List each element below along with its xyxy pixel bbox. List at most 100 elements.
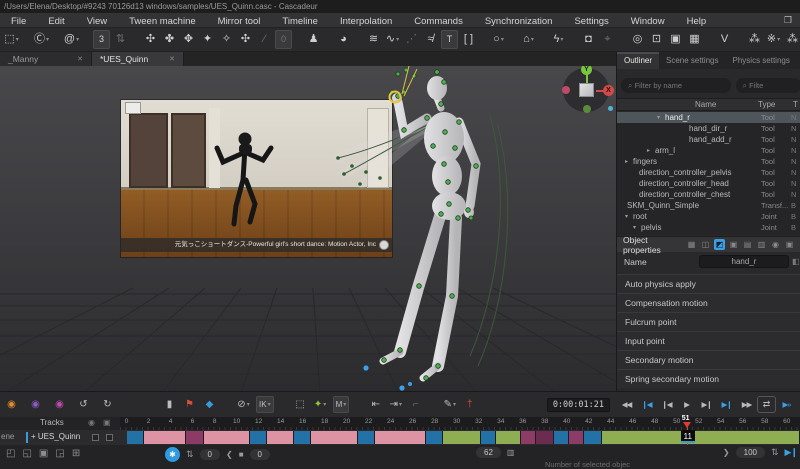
- timeline-tool-button[interactable]: ⬚▾: [293, 396, 308, 413]
- timeline-interval[interactable]: [358, 431, 376, 444]
- playback-button[interactable]: ▶»: [777, 396, 796, 413]
- view-gizmo[interactable]: Y X: [560, 66, 614, 114]
- timeline-tool-button[interactable]: ⊘▾: [236, 396, 251, 413]
- toolbar-button[interactable]: ▦▾: [686, 30, 703, 49]
- track-edit-button[interactable]: ◰: [6, 448, 15, 459]
- playback-button[interactable]: ◀◀: [617, 396, 636, 413]
- toolbar-button[interactable]: ◎▾: [629, 30, 646, 49]
- playback-button[interactable]: ❙◀: [637, 396, 656, 413]
- timeline-interval[interactable]: [426, 431, 444, 444]
- toolbar-button[interactable]: ≋▾: [365, 30, 382, 49]
- timeline-tool-button[interactable]: ⇤▾: [368, 396, 383, 413]
- go-to-end-button[interactable]: ▶❙: [785, 447, 797, 458]
- autokey-button[interactable]: ✱: [165, 447, 180, 462]
- timeline-interval[interactable]: [294, 431, 312, 444]
- outliner-row[interactable]: SKM_Quinn_Simple Transf... B: [617, 200, 800, 211]
- frame-ruler[interactable]: 0246810121416182022242628303234363840424…: [120, 417, 800, 430]
- toolbar-button[interactable]: ∕▾: [256, 30, 273, 49]
- frame-count-value[interactable]: 62: [476, 447, 501, 458]
- timeline-tool-button[interactable]: ⇥▾: [388, 396, 403, 413]
- timeline-tool-button[interactable]: ↺▾: [76, 396, 91, 413]
- menu-item[interactable]: Timeline: [271, 16, 329, 27]
- timeline-interval[interactable]: [186, 431, 204, 444]
- toolbar-button[interactable]: ✧▾: [218, 30, 235, 49]
- timeline-tool-button[interactable]: ◉▾: [28, 396, 43, 413]
- toolbar-button[interactable]: ✥▾: [180, 30, 197, 49]
- timeline-interval[interactable]: [311, 431, 357, 444]
- track-edit-button[interactable]: ◱: [22, 448, 31, 459]
- outliner-row[interactable]: ▾ root Joint B: [617, 211, 800, 222]
- toolbar-button[interactable]: Ⓒ▾: [33, 30, 50, 49]
- menu-item[interactable]: Commands: [403, 16, 474, 27]
- timeline-tool-button[interactable]: ⚑▾: [182, 396, 197, 413]
- expand-arrow-icon[interactable]: ▸: [647, 147, 655, 154]
- timeline-interval[interactable]: [375, 431, 426, 444]
- property-section-header[interactable]: Compensation motion: [617, 293, 800, 312]
- menu-item[interactable]: View: [76, 16, 118, 27]
- gizmo-cube[interactable]: [579, 83, 594, 97]
- menu-item[interactable]: Help: [676, 16, 718, 27]
- close-icon[interactable]: ✕: [169, 55, 175, 63]
- toolbar-button[interactable]: ♟▾: [305, 30, 322, 49]
- timeline-interval[interactable]: [536, 431, 554, 444]
- timeline-tool-button[interactable]: IK▾: [256, 396, 274, 413]
- toolbar-button[interactable]: ※▾: [765, 30, 782, 49]
- close-icon[interactable]: ✕: [77, 55, 83, 63]
- track-checkbox-2[interactable]: [106, 434, 113, 441]
- timeline-interval[interactable]: [267, 431, 293, 444]
- menu-item[interactable]: Tween machine: [118, 16, 207, 27]
- gizmo-neg-y-axis[interactable]: [583, 105, 591, 113]
- timeline-interval[interactable]: [602, 431, 800, 444]
- timeline-interval[interactable]: [481, 431, 496, 444]
- timeline-interval[interactable]: [496, 431, 520, 444]
- toolbar-button[interactable]: V▾: [716, 30, 733, 49]
- property-panel-icon[interactable]: ▦: [686, 239, 697, 250]
- gizmo-x-axis[interactable]: X: [603, 85, 614, 96]
- menu-item[interactable]: Mirror tool: [207, 16, 272, 27]
- outliner-row[interactable]: ▾ hand_r Tool N: [617, 112, 800, 123]
- viewport-3d[interactable]: 元気っこショートダンス-Powerful girl's short dance:…: [0, 66, 616, 391]
- toolbar-button[interactable]: @▾: [63, 30, 80, 49]
- menu-item[interactable]: Interpolation: [329, 16, 403, 27]
- outliner-row[interactable]: hand_add_r Tool N: [617, 134, 800, 145]
- outliner-row[interactable]: direction_controller_pelvis Tool N: [617, 167, 800, 178]
- property-section-header[interactable]: Auto physics apply: [617, 274, 800, 293]
- timeline-interval[interactable]: [144, 431, 186, 444]
- track-edit-button[interactable]: ▣: [39, 448, 48, 459]
- menu-item[interactable]: Synchronization: [474, 16, 564, 27]
- timeline-tool-button[interactable]: ◉▾: [52, 396, 67, 413]
- prev-button[interactable]: ❮: [226, 450, 233, 459]
- toolbar-button[interactable]: ⌖▾: [599, 30, 616, 49]
- toolbar-button[interactable]: ✣▾: [237, 30, 254, 49]
- timeline-tool-button[interactable]: ✦▾: [313, 396, 328, 413]
- document-tab[interactable]: _Manny✕: [0, 52, 92, 66]
- toolbar-button[interactable]: ✦▾: [199, 30, 216, 49]
- property-section-header[interactable]: Spring secondary motion: [617, 369, 800, 388]
- menu-item[interactable]: File: [0, 16, 37, 27]
- toolbar-button[interactable]: 0▾: [275, 30, 292, 49]
- toolbar-button[interactable]: ⬚▾: [3, 30, 20, 49]
- expand-arrow-icon[interactable]: ▾: [633, 224, 641, 231]
- outliner-row[interactable]: direction_controller_chest Tool N: [617, 189, 800, 200]
- menu-item[interactable]: Settings: [563, 16, 619, 27]
- property-panel-icon[interactable]: ▣: [728, 239, 739, 250]
- property-panel-icon[interactable]: ◫: [700, 239, 711, 250]
- stepper-icon[interactable]: ⇅: [771, 447, 779, 458]
- toolbar-button[interactable]: ≉▾: [422, 30, 439, 49]
- track-name[interactable]: + UES_Quinn: [31, 432, 80, 441]
- gizmo-neg-x-axis[interactable]: [562, 86, 570, 94]
- property-panel-icon[interactable]: ◩: [714, 239, 725, 250]
- timeline-interval[interactable]: [250, 431, 268, 444]
- trash-icon[interactable]: ▥: [507, 448, 515, 457]
- timeline-tool-button[interactable]: ◉▾: [4, 396, 19, 413]
- property-section-header[interactable]: Fulcrum point: [617, 312, 800, 331]
- offset-value-2[interactable]: 0: [250, 449, 270, 460]
- toolbar-button[interactable]: ⋰▾: [403, 30, 420, 49]
- toolbar-button[interactable]: ⌂▾: [520, 30, 537, 49]
- filter-secondary-input[interactable]: ⌕ Filte: [736, 78, 800, 93]
- document-tab[interactable]: *UES_Quinn✕: [92, 52, 184, 66]
- timeline-tool-button[interactable]: M▾: [333, 396, 350, 413]
- window-layout-icon[interactable]: ❐: [784, 15, 792, 26]
- property-panel-icon[interactable]: ▥: [756, 239, 767, 250]
- outliner-row[interactable]: direction_controller_head Tool N: [617, 178, 800, 189]
